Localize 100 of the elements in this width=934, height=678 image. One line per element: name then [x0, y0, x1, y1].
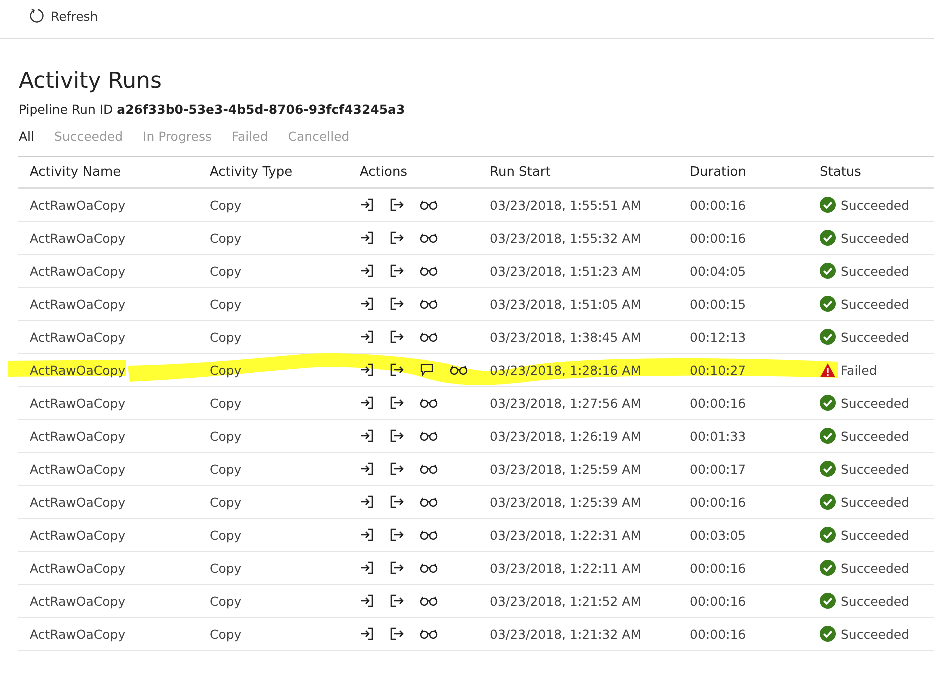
activity-name-cell-text: ActRawOaCopy	[29, 396, 127, 410]
activity-name-cell-text: ActRawOaCopy	[29, 198, 127, 212]
output-icon[interactable]	[390, 495, 404, 509]
glasses-icon[interactable]	[420, 397, 438, 409]
output-icon[interactable]	[390, 363, 404, 377]
column-header: Activity Name	[29, 164, 122, 180]
status-text: Succeeded	[841, 626, 910, 642]
glasses-icon[interactable]	[420, 265, 438, 277]
output-icon[interactable]	[390, 528, 404, 542]
run-start-cell-text: 03/23/2018, 1:51:23 AM	[490, 264, 642, 278]
run-start-cell-text: 03/23/2018, 1:51:05 AM	[490, 296, 642, 312]
input-icon[interactable]	[360, 330, 374, 344]
output-icon[interactable]	[390, 627, 404, 641]
input-icon[interactable]	[360, 264, 374, 278]
status-text: Succeeded	[841, 396, 910, 410]
input-icon[interactable]	[360, 429, 374, 443]
output-icon[interactable]	[390, 561, 404, 575]
filter-tab[interactable]: In Progress	[143, 129, 212, 144]
activity-type-cell-text: Copy	[210, 296, 243, 312]
activity-name-cell-text: ActRawOaCopy	[29, 362, 127, 378]
output-icon[interactable]	[390, 594, 404, 608]
glasses-icon[interactable]	[420, 331, 438, 343]
activity-name-cell-text: ActRawOaCopy	[29, 330, 127, 344]
glasses-icon[interactable]	[420, 628, 438, 640]
input-icon[interactable]	[360, 231, 374, 245]
status-text: Succeeded	[841, 330, 910, 344]
run-start-cell-text: 03/23/2018, 1:26:19 AM	[490, 428, 642, 444]
activity-type-cell-text: Copy	[210, 362, 243, 378]
input-icon[interactable]	[360, 462, 374, 476]
run-start-cell-text: 03/23/2018, 1:22:11 AM	[490, 560, 642, 576]
input-icon[interactable]	[360, 396, 374, 410]
activity-name-cell-text: ActRawOaCopy	[29, 462, 127, 476]
activity-name-cell-text: ActRawOaCopy	[29, 264, 127, 278]
duration-cell-text: 00:00:16	[690, 626, 748, 642]
activity-type-cell-text: Copy	[210, 594, 243, 608]
run-id-label: Pipeline Run ID	[19, 102, 114, 117]
activity-type-cell-text: Copy	[210, 230, 243, 246]
filter-tab[interactable]: Cancelled	[288, 129, 350, 144]
run-start-cell-text: 03/23/2018, 1:38:45 AM	[490, 330, 642, 344]
glasses-icon[interactable]	[420, 232, 438, 244]
status-text: Succeeded	[841, 494, 910, 510]
status-text: Succeeded	[841, 264, 910, 278]
column-header: Status	[820, 164, 862, 180]
output-icon[interactable]	[390, 231, 404, 245]
run-start-cell-text: 03/23/2018, 1:27:56 AM	[490, 396, 642, 410]
duration-cell-text: 00:04:05	[690, 264, 748, 278]
status-text: Succeeded	[841, 462, 910, 476]
output-icon[interactable]	[390, 462, 404, 476]
activity-type-cell-text: Copy	[210, 528, 243, 542]
duration-cell-text: 00:00:15	[690, 296, 748, 312]
duration-cell-text: 00:00:16	[690, 560, 748, 576]
refresh-button[interactable]: Refresh	[27, 5, 100, 27]
output-icon[interactable]	[390, 198, 404, 212]
input-icon[interactable]	[360, 198, 374, 212]
activity-name-cell-text: ActRawOaCopy	[29, 428, 127, 444]
output-icon[interactable]	[390, 429, 404, 443]
input-icon[interactable]	[360, 297, 374, 311]
output-icon[interactable]	[390, 264, 404, 278]
comment-icon[interactable]	[420, 363, 434, 377]
activity-name-cell-text: ActRawOaCopy	[29, 528, 127, 542]
input-icon[interactable]	[360, 627, 374, 641]
activity-type-cell-text: Copy	[210, 198, 243, 212]
glasses-icon[interactable]	[420, 562, 438, 574]
glasses-icon[interactable]	[420, 430, 438, 442]
activity-type-cell-text: Copy	[210, 626, 243, 642]
filter-tab[interactable]: All	[19, 129, 34, 144]
duration-cell-text: 00:00:16	[690, 494, 748, 510]
activity-type-cell-text: Copy	[210, 428, 243, 444]
activity-type-cell-text: Copy	[210, 396, 243, 410]
status-text: Succeeded	[841, 528, 910, 542]
run-start-cell-text: 03/23/2018, 1:55:51 AM	[490, 198, 642, 212]
column-header: Activity Type	[210, 164, 294, 180]
input-icon[interactable]	[360, 528, 374, 542]
output-icon[interactable]	[390, 297, 404, 311]
activity-type-cell-text: Copy	[210, 264, 243, 278]
glasses-icon[interactable]	[420, 595, 438, 607]
filter-tab[interactable]: Succeeded	[54, 129, 124, 144]
output-icon[interactable]	[390, 330, 404, 344]
refresh-icon	[29, 8, 45, 24]
status-text: Succeeded	[841, 560, 910, 576]
activity-name-cell-text: ActRawOaCopy	[29, 560, 127, 576]
activity-name-cell-text: ActRawOaCopy	[29, 296, 127, 312]
filter-tab[interactable]: Failed	[232, 129, 268, 144]
glasses-icon[interactable]	[420, 463, 438, 475]
status-text: Succeeded	[841, 296, 910, 312]
glasses-icon[interactable]	[420, 529, 438, 541]
input-icon[interactable]	[360, 561, 374, 575]
run-start-cell-text: 03/23/2018, 1:25:39 AM	[490, 494, 642, 510]
run-start-cell-text: 03/23/2018, 1:21:52 AM	[490, 594, 642, 608]
input-icon[interactable]	[360, 363, 374, 377]
glasses-icon[interactable]	[420, 496, 438, 508]
glasses-icon[interactable]	[420, 199, 438, 211]
output-icon[interactable]	[390, 396, 404, 410]
input-icon[interactable]	[360, 495, 374, 509]
duration-cell-text: 00:12:13	[690, 330, 748, 344]
input-icon[interactable]	[360, 594, 374, 608]
duration-cell-text: 00:00:16	[690, 396, 748, 410]
run-id-value: a26f33b0-53e3-4b5d-8706-93fcf43245a3	[117, 102, 406, 117]
glasses-icon[interactable]	[450, 364, 468, 376]
glasses-icon[interactable]	[420, 298, 438, 310]
